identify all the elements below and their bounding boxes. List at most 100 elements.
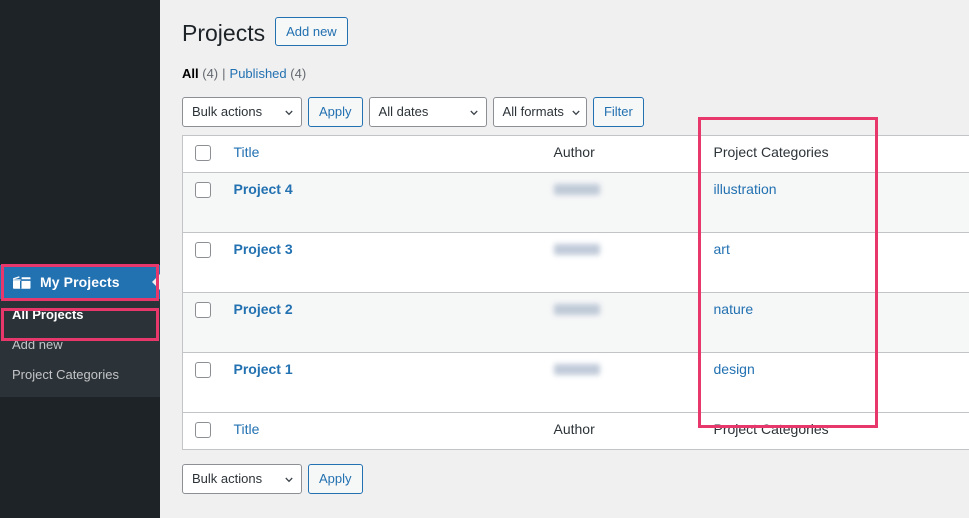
filter-button[interactable]: Filter <box>592 96 644 127</box>
sidebar-item-my-projects[interactable]: My Projects <box>0 265 160 299</box>
bulk-actions-value: Bulk actions <box>192 104 263 120</box>
projects-table-wrapper: Title Author Project Categories Project … <box>182 134 969 450</box>
row-select-cell[interactable] <box>183 232 224 292</box>
page-header: Projects Add new <box>182 10 969 53</box>
table-body: Project 4 illustration Project 3 art Pro… <box>182 172 969 413</box>
row-title-cell: Project 2 <box>224 292 544 352</box>
left-arrow-icon <box>152 274 160 290</box>
sidebar-submenu: All Projects Add new Project Categories <box>0 299 160 397</box>
sidebar-item-add-new[interactable]: Add new <box>0 330 160 360</box>
column-footer-project-categories: Project Categories <box>704 412 884 449</box>
category-link[interactable]: nature <box>714 301 754 317</box>
category-link[interactable]: illustration <box>714 181 777 197</box>
row-categories-cell: illustration <box>704 172 884 232</box>
row-checkbox[interactable] <box>195 241 211 258</box>
view-published-count: (4) <box>290 65 307 81</box>
row-title-cell: Project 1 <box>224 352 544 412</box>
view-published-link[interactable]: Published <box>230 66 287 81</box>
column-footer-author: Author <box>544 412 704 449</box>
select-all-checkbox-footer[interactable] <box>195 421 211 438</box>
view-all-link[interactable]: All <box>182 66 199 81</box>
row-overflow-cell <box>884 172 969 232</box>
sidebar-item-label: My Projects <box>40 274 120 290</box>
column-header-title-label[interactable]: Title <box>234 144 260 160</box>
row-author-cell <box>544 172 704 232</box>
row-select-cell[interactable] <box>183 172 224 232</box>
column-footer-title-label[interactable]: Title <box>234 421 260 437</box>
row-checkbox[interactable] <box>195 301 211 318</box>
row-select-cell[interactable] <box>183 292 224 352</box>
row-checkbox[interactable] <box>195 361 211 378</box>
column-header-author-label: Author <box>553 143 595 160</box>
sidebar-subitem-label: All Projects <box>12 307 84 322</box>
table-header-row: Title Author Project Categories <box>182 135 969 173</box>
column-footer-title[interactable]: Title <box>224 412 544 449</box>
table-row: Project 3 art <box>182 232 969 293</box>
category-link[interactable]: art <box>714 241 730 257</box>
sidebar-item-all-projects[interactable]: All Projects <box>0 300 160 330</box>
apply-button-bottom[interactable]: Apply <box>308 463 363 494</box>
select-all-checkbox[interactable] <box>195 144 211 161</box>
column-footer-overflow <box>884 412 969 449</box>
date-filter-select[interactable]: All dates <box>368 96 487 127</box>
column-header-title[interactable]: Title <box>224 135 544 172</box>
sidebar-item-project-categories[interactable]: Project Categories <box>0 360 160 390</box>
table-row: Project 1 design <box>182 352 969 413</box>
bulk-actions-select-top[interactable]: Bulk actions <box>182 96 302 127</box>
format-filter-value: All formats <box>502 104 564 120</box>
format-filter-select[interactable]: All formats <box>492 96 587 127</box>
table-row: Project 4 illustration <box>182 172 969 233</box>
chevron-down-icon <box>285 477 293 483</box>
row-author-cell <box>544 232 704 292</box>
category-link[interactable]: design <box>714 361 755 377</box>
row-categories-cell: design <box>704 352 884 412</box>
row-author-cell <box>544 292 704 352</box>
table-head: Title Author Project Categories <box>182 135 969 173</box>
portfolio-folder-icon <box>11 272 31 292</box>
row-select-cell[interactable] <box>183 352 224 412</box>
bulk-actions-value-bottom: Bulk actions <box>192 471 263 487</box>
row-checkbox[interactable] <box>195 181 211 198</box>
row-overflow-cell <box>884 352 969 412</box>
table-row: Project 2 nature <box>182 292 969 353</box>
chevron-down-icon <box>469 110 478 116</box>
select-all-header[interactable] <box>183 135 224 172</box>
row-overflow-cell <box>884 292 969 352</box>
table-footer-row: Title Author Project Categories <box>182 412 969 450</box>
row-title-link[interactable]: Project 3 <box>234 241 293 257</box>
row-title-cell: Project 3 <box>224 232 544 292</box>
admin-sidebar: My Projects All Projects Add new Project… <box>0 0 160 518</box>
column-header-project-categories: Project Categories <box>704 135 884 172</box>
row-overflow-cell <box>884 232 969 292</box>
column-header-overflow <box>884 135 969 172</box>
date-filter-value: All dates <box>378 104 429 120</box>
author-redacted <box>553 243 600 255</box>
row-categories-cell: nature <box>704 292 884 352</box>
tablenav-top: Bulk actions Apply All dates All formats… <box>182 96 969 127</box>
sidebar-subitem-label: Add new <box>12 337 63 353</box>
author-redacted <box>553 303 600 315</box>
row-title-link[interactable]: Project 4 <box>234 181 293 197</box>
row-title-link[interactable]: Project 1 <box>234 361 293 377</box>
apply-button-top[interactable]: Apply <box>308 96 363 127</box>
sidebar-subitem-label: Project Categories <box>12 367 119 383</box>
chevron-down-icon <box>285 110 293 116</box>
bulk-actions-select-bottom[interactable]: Bulk actions <box>182 463 302 494</box>
projects-table: Title Author Project Categories Project … <box>182 134 969 450</box>
row-title-link[interactable]: Project 2 <box>234 301 293 317</box>
tablenav-bottom: Bulk actions Apply <box>182 463 969 494</box>
author-redacted <box>553 363 600 375</box>
row-categories-cell: art <box>704 232 884 292</box>
column-header-author: Author <box>544 135 704 172</box>
sidebar-top-spacer <box>0 0 160 265</box>
add-new-button[interactable]: Add new <box>275 16 348 47</box>
page-title: Projects <box>182 20 266 46</box>
view-all-count: (4) <box>202 65 219 81</box>
table-foot: Title Author Project Categories <box>182 412 969 450</box>
views-separator: | <box>222 65 226 81</box>
column-footer-categories-label: Project Categories <box>713 420 829 437</box>
chevron-down-icon <box>572 110 580 116</box>
select-all-footer[interactable] <box>183 412 224 449</box>
row-author-cell <box>544 352 704 412</box>
column-header-categories-label: Project Categories <box>713 143 829 160</box>
